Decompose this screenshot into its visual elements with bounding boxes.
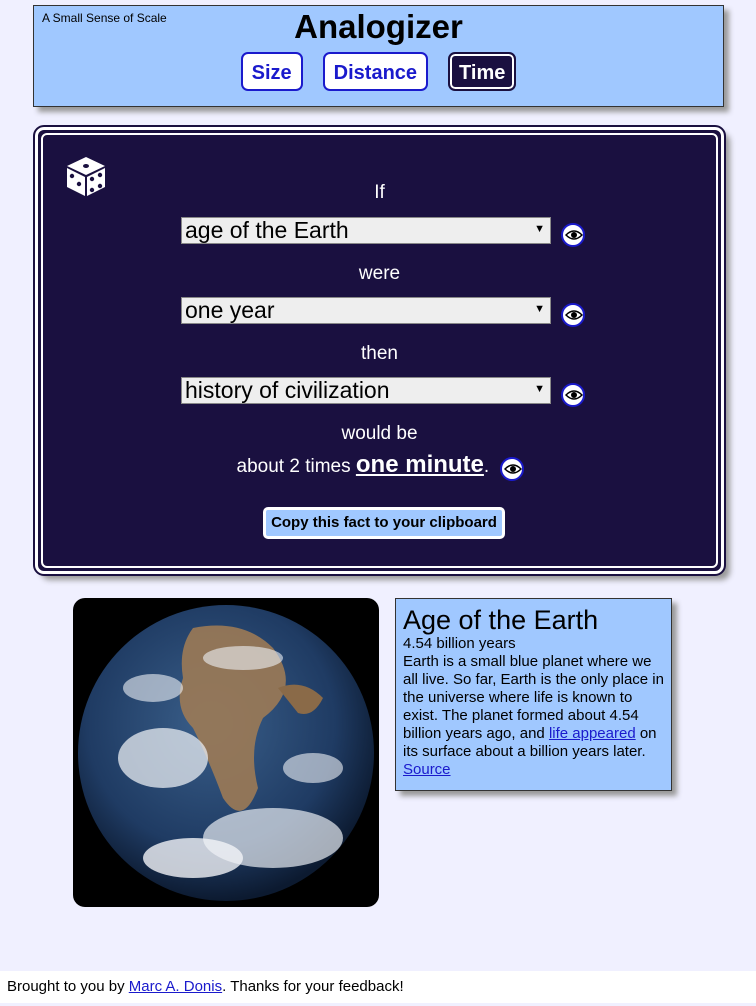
earth-globe-icon xyxy=(78,605,374,901)
result-value: one minute xyxy=(355,451,484,478)
eye-icon[interactable] xyxy=(500,457,524,481)
dropdown-arrow-icon: ▼ xyxy=(534,223,545,235)
analogy-panel: If age of the Earth ▼ were one year ▼ th… xyxy=(33,125,726,576)
eye-icon[interactable] xyxy=(561,303,585,327)
tab-size[interactable]: Size xyxy=(240,52,303,91)
first-quantity-value: age of the Earth xyxy=(185,217,349,243)
life-appeared-link[interactable]: life appeared xyxy=(549,725,636,742)
label-were: were xyxy=(358,263,401,284)
tab-bar: Size Distance Time xyxy=(34,52,723,91)
third-quantity-select[interactable]: history of civilization ▼ xyxy=(181,377,551,404)
footer-prefix: Brought to you by xyxy=(7,978,125,995)
copy-to-clipboard-button[interactable]: Copy this fact to your clipboard xyxy=(263,507,505,539)
info-card: Age of the Earth 4.54 billion years Eart… xyxy=(395,598,672,791)
second-quantity-select[interactable]: one year ▼ xyxy=(181,297,551,324)
app-header: A Small Sense of Scale Analogizer Size D… xyxy=(33,5,724,107)
label-would-be: would be xyxy=(341,423,418,444)
footer-suffix: . Thanks for your feedback! xyxy=(222,978,404,995)
third-quantity-value: history of civilization xyxy=(185,377,390,403)
dropdown-arrow-icon: ▼ xyxy=(534,303,545,315)
eye-icon[interactable] xyxy=(561,223,585,247)
first-quantity-select[interactable]: age of the Earth ▼ xyxy=(181,217,551,244)
dropdown-arrow-icon: ▼ xyxy=(534,383,545,395)
second-quantity-value: one year xyxy=(185,297,275,323)
info-value: 4.54 billion years xyxy=(403,635,516,652)
eye-icon[interactable] xyxy=(561,383,585,407)
result-suffix: . xyxy=(483,456,490,477)
result-prefix: about 2 times xyxy=(236,456,351,477)
result-line: about 2 times one minute. xyxy=(43,451,716,479)
source-link[interactable]: Source xyxy=(403,761,451,778)
label-if: If xyxy=(374,182,385,203)
info-title: Age of the Earth xyxy=(403,605,599,635)
info-description: Earth is a small blue planet where we al… xyxy=(403,653,664,779)
footer: Brought to you by Marc A. Donis. Thanks … xyxy=(0,971,756,1003)
label-then: then xyxy=(361,343,398,364)
earth-image xyxy=(73,598,379,907)
app-title: Analogizer xyxy=(294,8,463,45)
author-link[interactable]: Marc A. Donis xyxy=(129,978,222,995)
panel-inner-border: If age of the Earth ▼ were one year ▼ th… xyxy=(41,133,718,568)
tab-time[interactable]: Time xyxy=(448,52,517,91)
tab-distance[interactable]: Distance xyxy=(322,52,429,91)
